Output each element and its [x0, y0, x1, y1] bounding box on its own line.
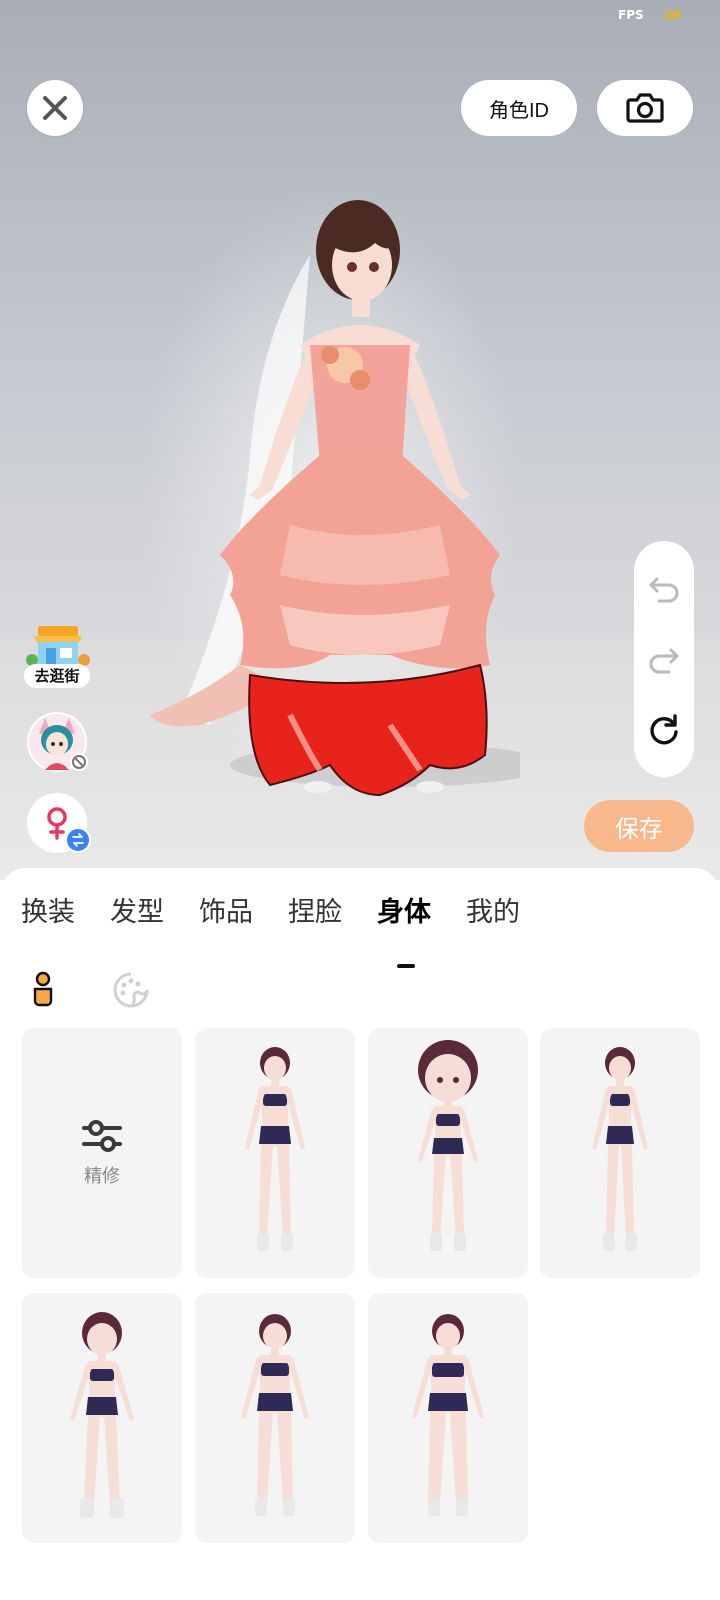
tab-outfit[interactable]: 换装	[21, 890, 75, 929]
sliders-icon	[82, 1120, 122, 1152]
avatar-model[interactable]	[140, 195, 520, 815]
avatar-preview-scene[interactable]: FPS 20 角色ID 保存 去逛街	[0, 0, 720, 880]
fps-label: FPS	[618, 8, 644, 22]
reset-icon	[650, 713, 678, 745]
body-preset-thumbnail	[412, 1314, 484, 1516]
role-id-button[interactable]: 角色ID	[461, 80, 577, 136]
body-preset-thumbnail	[592, 1047, 648, 1251]
screenshot-button[interactable]	[597, 80, 693, 136]
body-preset-card[interactable]	[368, 1293, 528, 1543]
go-shopping-button[interactable]: 去逛街	[24, 620, 90, 692]
body-preset-card[interactable]	[368, 1028, 528, 1278]
undo-icon	[649, 577, 679, 603]
body-preset-card[interactable]	[195, 1293, 355, 1543]
body-preset-thumbnail	[241, 1314, 309, 1516]
fps-value: 20	[664, 8, 681, 22]
tab-face[interactable]: 捏脸	[288, 890, 342, 929]
subtab-body-shape[interactable]	[21, 968, 65, 1012]
subtab-skin-color[interactable]	[109, 968, 153, 1012]
close-icon	[43, 96, 67, 120]
tab-body[interactable]: 身体	[377, 890, 431, 929]
close-button[interactable]	[27, 80, 83, 136]
undo-button[interactable]	[644, 568, 684, 608]
body-preset-thumbnail	[70, 1312, 134, 1518]
refine-button[interactable]: 精修	[22, 1028, 182, 1278]
redo-button[interactable]	[644, 639, 684, 679]
swap-badge	[65, 827, 91, 853]
camera-icon	[626, 93, 664, 123]
go-shopping-label: 去逛街	[24, 664, 90, 688]
save-button[interactable]: 保存	[584, 800, 694, 852]
tab-mine[interactable]: 我的	[466, 890, 520, 929]
palette-icon	[113, 972, 149, 1008]
body-preset-card[interactable]	[195, 1028, 355, 1278]
body-subtabs	[0, 968, 720, 1018]
body-preset-thumbnail	[245, 1047, 305, 1251]
redo-icon	[649, 648, 679, 674]
gender-switch-button[interactable]	[27, 793, 91, 853]
tab-accessories[interactable]: 饰品	[199, 890, 253, 929]
body-preset-thumbnail	[418, 1040, 478, 1251]
category-tabs: 换装 发型 饰品 捏脸 身体 我的	[0, 890, 720, 968]
hidden-icon	[70, 753, 88, 771]
swap-icon	[72, 833, 84, 847]
edit-history-panel	[634, 541, 694, 777]
body-preset-card[interactable]	[22, 1293, 182, 1543]
character-avatar-button[interactable]	[27, 712, 88, 772]
reset-button[interactable]	[644, 710, 684, 750]
body-icon	[33, 971, 53, 1007]
customization-panel: 换装 发型 饰品 捏脸 身体 我的 精修	[0, 868, 720, 1600]
refine-label: 精修	[84, 1166, 120, 1187]
shop-icon	[26, 626, 90, 666]
body-preset-card[interactable]	[540, 1028, 700, 1278]
tab-hairstyle[interactable]: 发型	[110, 890, 164, 929]
